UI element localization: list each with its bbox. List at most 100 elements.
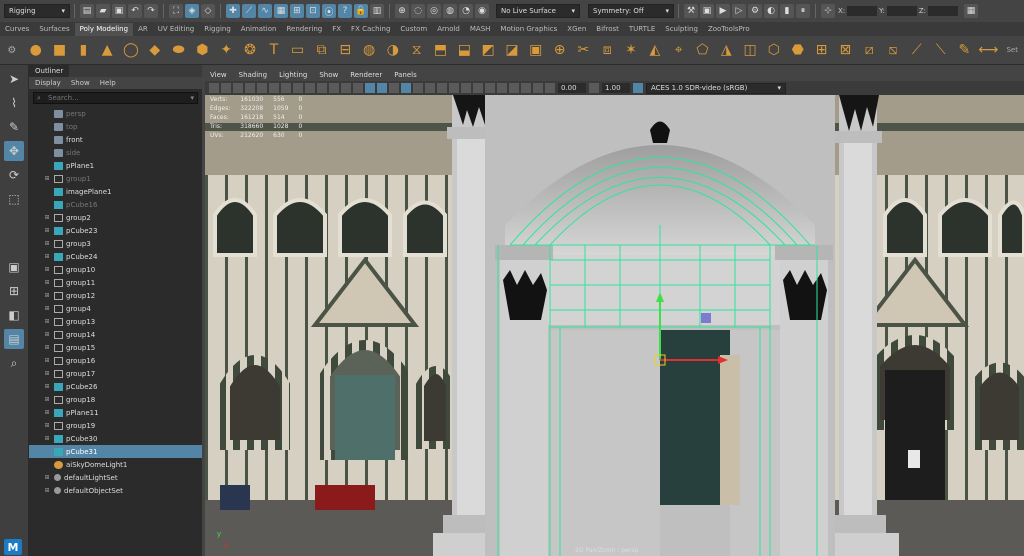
- shadows-icon[interactable]: [437, 83, 447, 93]
- shelf-tab[interactable]: Arnold: [432, 23, 465, 36]
- expand-icon[interactable]: ⊞: [43, 253, 51, 260]
- gamma-icon[interactable]: [589, 83, 599, 93]
- mirror-icon[interactable]: ⧖: [407, 40, 427, 60]
- paint-select-icon[interactable]: ✎: [4, 117, 24, 137]
- use-all-lights-icon[interactable]: [425, 83, 435, 93]
- outliner-item[interactable]: ⊞ group16: [29, 354, 202, 367]
- viewport-menu-item[interactable]: Shading: [239, 69, 267, 81]
- expand-icon[interactable]: ⊞: [43, 175, 51, 182]
- expand-icon[interactable]: ⊞: [43, 266, 51, 273]
- expand-icon[interactable]: ⊞: [43, 344, 51, 351]
- outliner-item[interactable]: ⊞ group10: [29, 263, 202, 276]
- outliner-item[interactable]: aiSkyDomeLight1: [29, 458, 202, 471]
- shelf-menu-icon[interactable]: ⚙: [2, 40, 22, 60]
- shelf-tab[interactable]: UV Editing: [153, 23, 200, 36]
- poly-sphere-icon[interactable]: ●: [26, 40, 46, 60]
- default-material-icon[interactable]: [389, 83, 399, 93]
- outliner-item[interactable]: ⊞ group4: [29, 302, 202, 315]
- search-icon[interactable]: ⌕: [4, 353, 24, 373]
- camera-attributes-icon[interactable]: [221, 83, 231, 93]
- expand-icon[interactable]: ⊞: [43, 305, 51, 312]
- cut-uv-icon[interactable]: ⧄: [859, 40, 879, 60]
- poly-cylinder-icon[interactable]: ▮: [73, 40, 93, 60]
- select-curves-icon[interactable]: ∿: [258, 4, 272, 18]
- measure-icon[interactable]: ⟷: [978, 40, 998, 60]
- super-shape-icon[interactable]: ✦: [216, 40, 236, 60]
- symmetry-dropdown[interactable]: Symmetry: Off ▾: [588, 4, 674, 18]
- expand-icon[interactable]: ⊞: [43, 422, 51, 429]
- outliner-item[interactable]: side: [29, 146, 202, 159]
- shelf-tab[interactable]: Bifrost: [591, 23, 624, 36]
- snap-grid-icon[interactable]: ⊕: [395, 4, 409, 18]
- wireframe-on-shaded-icon[interactable]: [401, 83, 411, 93]
- render-current-icon[interactable]: ▶: [716, 4, 730, 18]
- poke-icon[interactable]: ✶: [621, 40, 641, 60]
- safe-action-icon[interactable]: [341, 83, 351, 93]
- viewport-menu-item[interactable]: Renderer: [350, 69, 382, 81]
- snap-surface-icon[interactable]: ◔: [459, 4, 473, 18]
- outliner-item[interactable]: ⊞ pCube24: [29, 250, 202, 263]
- outliner-item[interactable]: ⊞ pCube30: [29, 432, 202, 445]
- outliner-item[interactable]: ⊞ defaultObjectSet: [29, 484, 202, 497]
- transfer-icon[interactable]: ⧅: [883, 40, 903, 60]
- viewport-3d[interactable]: [205, 95, 1024, 556]
- smooth-icon[interactable]: ◍: [359, 40, 379, 60]
- select-dynamics-icon[interactable]: ⊡: [306, 4, 320, 18]
- xray-joints-icon[interactable]: [533, 83, 543, 93]
- soften-edge-icon[interactable]: ⟋: [907, 40, 927, 60]
- xray-icon[interactable]: [509, 83, 519, 93]
- persp-outliner-layout-icon[interactable]: ◧: [4, 305, 24, 325]
- render-settings-icon[interactable]: ⚙: [748, 4, 762, 18]
- expand-icon[interactable]: ⊞: [43, 318, 51, 325]
- expand-icon[interactable]: ⊞: [43, 396, 51, 403]
- move-tool-icon[interactable]: ✥: [4, 141, 24, 161]
- shelf-tab[interactable]: Animation: [236, 23, 282, 36]
- field-chart-icon[interactable]: [329, 83, 339, 93]
- live-surface-dropdown[interactable]: No Live Surface ▾: [496, 4, 580, 18]
- render-view-icon[interactable]: ▣: [700, 4, 714, 18]
- platonic-solid-icon[interactable]: ⬢: [193, 40, 213, 60]
- redo-icon[interactable]: ↷: [144, 4, 158, 18]
- exposure-field[interactable]: 0.00: [558, 83, 586, 93]
- wedge-icon[interactable]: ◭: [645, 40, 665, 60]
- outliner-item[interactable]: front: [29, 133, 202, 146]
- construction-history-icon[interactable]: ⚒: [684, 4, 698, 18]
- make-live-icon[interactable]: ◉: [475, 4, 489, 18]
- outliner-item[interactable]: ⊞ pPlane11: [29, 406, 202, 419]
- outliner-item[interactable]: ⊞ group17: [29, 367, 202, 380]
- poly-plane-icon[interactable]: ◆: [145, 40, 165, 60]
- uv-editor-icon[interactable]: ⊞: [812, 40, 832, 60]
- viewport-menu-item[interactable]: Panels: [394, 69, 417, 81]
- outliner-layout-icon[interactable]: ▤: [4, 329, 24, 349]
- outliner-item[interactable]: top: [29, 120, 202, 133]
- pan-zoom-icon[interactable]: [257, 83, 267, 93]
- smooth-shade-icon[interactable]: [377, 83, 387, 93]
- viewport-menu-item[interactable]: Show: [319, 69, 338, 81]
- poly-cone-icon[interactable]: ▲: [97, 40, 117, 60]
- isolate-select-icon[interactable]: [497, 83, 507, 93]
- resolution-gate-icon[interactable]: [305, 83, 315, 93]
- rotate-tool-icon[interactable]: ⟳: [4, 165, 24, 185]
- select-deformations-icon[interactable]: ⊞: [290, 4, 304, 18]
- multisample-aa-icon[interactable]: [473, 83, 483, 93]
- hypershade-icon[interactable]: ◐: [764, 4, 778, 18]
- safe-title-icon[interactable]: [353, 83, 363, 93]
- outliner-item[interactable]: ⊞ group3: [29, 237, 202, 250]
- poly-torus-icon[interactable]: ◯: [121, 40, 141, 60]
- lasso-tool-icon[interactable]: ⌇: [4, 93, 24, 113]
- boolean-icon[interactable]: ◑: [383, 40, 403, 60]
- outliner-item[interactable]: imagePlane1: [29, 185, 202, 198]
- expand-icon[interactable]: ⊞: [43, 409, 51, 416]
- z-field[interactable]: [928, 6, 959, 16]
- insert-edge-loop-icon[interactable]: ⧈: [597, 40, 617, 60]
- outliner-item[interactable]: pCube31: [29, 445, 202, 458]
- shelf-tab[interactable]: Surfaces: [34, 23, 74, 36]
- outliner-item[interactable]: pCube16: [29, 198, 202, 211]
- four-view-layout-icon[interactable]: ⊞: [4, 281, 24, 301]
- depth-of-field-icon[interactable]: [485, 83, 495, 93]
- expand-icon[interactable]: ⊞: [43, 331, 51, 338]
- view-transform-dropdown[interactable]: ACES 1.0 SDR-video (sRGB) ▾: [646, 82, 786, 94]
- arnold-render-icon[interactable]: ▮: [780, 4, 794, 18]
- snap-view-icon[interactable]: ◍: [443, 4, 457, 18]
- shelf-set-button[interactable]: Set: [1002, 40, 1022, 60]
